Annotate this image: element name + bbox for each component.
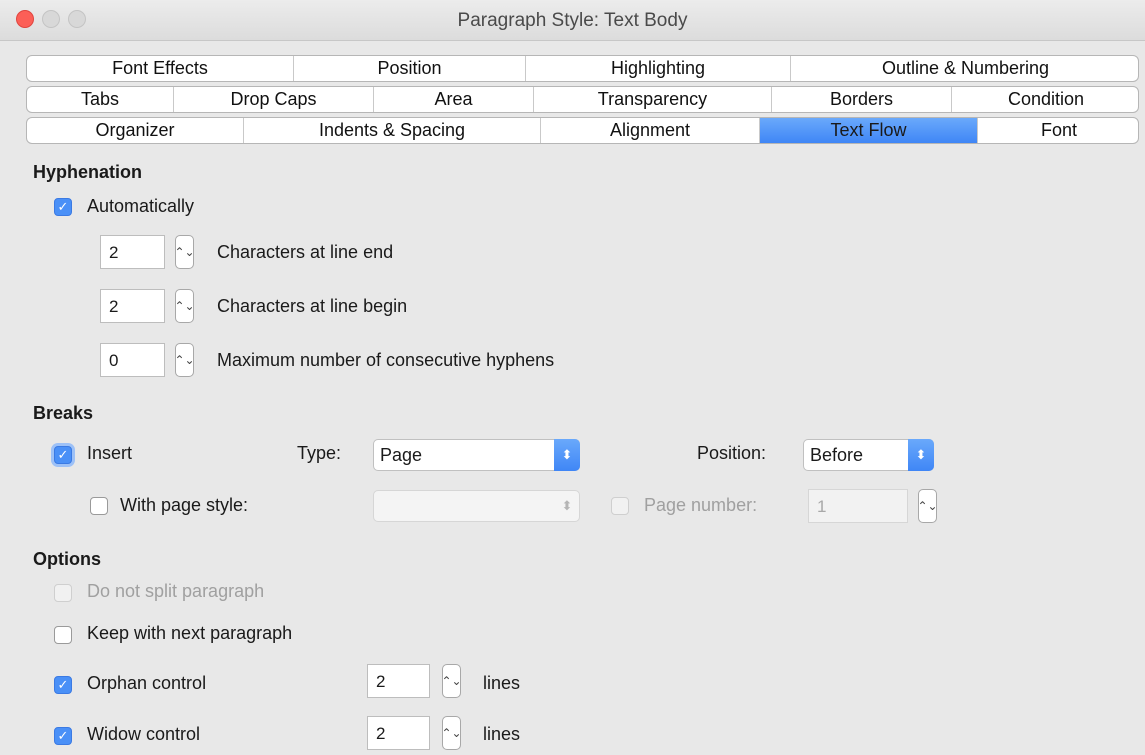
chars-line-end-input[interactable]: 2 (100, 235, 165, 269)
page-number-checkbox[interactable] (611, 497, 629, 515)
page-number-input[interactable]: 1 (808, 489, 908, 523)
tab-row-1: Font Effects Position Highlighting Outli… (26, 55, 1139, 82)
type-label: Type: (297, 443, 342, 463)
options-heading: Options (33, 549, 101, 569)
stepper-icon: ⌃⌄ (174, 299, 195, 313)
keep-with-next-checkbox[interactable] (54, 626, 72, 644)
orphan-lines-unit: lines (483, 673, 521, 693)
automatically-label: Automatically (87, 196, 195, 216)
type-select[interactable]: Page ⬍ (373, 439, 580, 471)
insert-label: Insert (87, 443, 133, 463)
widow-lines-input[interactable]: 2 (367, 716, 430, 750)
position-label: Position: (697, 443, 767, 463)
tab-position[interactable]: Position (294, 56, 526, 81)
tab-alignment[interactable]: Alignment (541, 118, 760, 143)
select-arrow-icon: ⬍ (554, 439, 580, 471)
with-page-style-checkbox[interactable] (90, 497, 108, 515)
orphan-lines-input[interactable]: 2 (367, 664, 430, 698)
stepper-icon: ⌃⌄ (917, 499, 938, 513)
page-number-stepper[interactable]: ⌃⌄ (917, 489, 938, 523)
do-not-split-checkbox[interactable] (54, 584, 72, 602)
tab-indents-spacing[interactable]: Indents & Spacing (244, 118, 541, 143)
stepper-icon: ⌃⌄ (174, 245, 195, 259)
tab-drop-caps[interactable]: Drop Caps (174, 87, 374, 112)
window-title: Paragraph Style: Text Body (457, 10, 688, 31)
title-bar: Paragraph Style: Text Body (0, 0, 1145, 41)
select-arrow-icon: ⬍ (561, 498, 573, 513)
with-page-style-label: With page style: (120, 495, 249, 515)
widow-control-checkbox[interactable]: ✓ (54, 727, 72, 745)
do-not-split-label: Do not split paragraph (87, 581, 265, 601)
tab-row-2: Tabs Drop Caps Area Transparency Borders… (26, 86, 1139, 113)
check-icon: ✓ (57, 199, 69, 214)
widow-lines-unit: lines (483, 724, 521, 744)
chars-line-begin-input[interactable]: 2 (100, 289, 165, 323)
orphan-control-checkbox[interactable]: ✓ (54, 676, 72, 694)
position-select[interactable]: Before ⬍ (803, 439, 934, 471)
page-number-label: Page number: (644, 495, 758, 515)
chars-line-begin-stepper[interactable]: ⌃⌄ (174, 289, 195, 323)
automatically-checkbox[interactable]: ✓ (54, 198, 72, 216)
max-hyphens-label: Maximum number of consecutive hyphens (217, 350, 555, 370)
insert-checkbox[interactable]: ✓ (54, 446, 72, 464)
tab-condition[interactable]: Condition (952, 87, 1138, 112)
stepper-icon: ⌃⌄ (441, 674, 462, 688)
tab-row-3: Organizer Indents & Spacing Alignment Te… (26, 117, 1139, 144)
tab-tabs[interactable]: Tabs (27, 87, 174, 112)
type-select-value: Page (380, 445, 423, 465)
select-arrow-icon: ⬍ (908, 439, 934, 471)
orphan-lines-stepper[interactable]: ⌃⌄ (441, 664, 462, 698)
tab-area[interactable]: Area (374, 87, 534, 112)
tab-text-flow[interactable]: Text Flow (760, 118, 978, 143)
max-hyphens-stepper[interactable]: ⌃⌄ (174, 343, 195, 377)
tab-borders[interactable]: Borders (772, 87, 952, 112)
breaks-heading: Breaks (33, 403, 94, 423)
check-icon: ✓ (57, 677, 69, 692)
tab-font-effects[interactable]: Font Effects (27, 56, 294, 81)
stepper-icon: ⌃⌄ (174, 353, 195, 367)
stepper-icon: ⌃⌄ (441, 726, 462, 740)
page-style-select[interactable]: ⬍ (373, 490, 580, 522)
position-select-value: Before (810, 445, 864, 465)
tab-organizer[interactable]: Organizer (27, 118, 244, 143)
widow-lines-stepper[interactable]: ⌃⌄ (441, 716, 462, 750)
max-hyphens-input[interactable]: 0 (100, 343, 165, 377)
orphan-control-label: Orphan control (87, 673, 207, 693)
tab-font[interactable]: Font (978, 118, 1138, 143)
check-icon: ✓ (57, 728, 69, 743)
check-icon: ✓ (57, 447, 69, 462)
tab-outline-numbering[interactable]: Outline & Numbering (791, 56, 1138, 81)
chars-line-end-label: Characters at line end (217, 242, 394, 262)
tab-highlighting[interactable]: Highlighting (526, 56, 791, 81)
tab-transparency[interactable]: Transparency (534, 87, 772, 112)
hyphenation-heading: Hyphenation (33, 162, 143, 182)
widow-control-label: Widow control (87, 724, 201, 744)
keep-with-next-label: Keep with next paragraph (87, 623, 293, 643)
chars-line-begin-label: Characters at line begin (217, 296, 408, 316)
chars-line-end-stepper[interactable]: ⌃⌄ (174, 235, 195, 269)
